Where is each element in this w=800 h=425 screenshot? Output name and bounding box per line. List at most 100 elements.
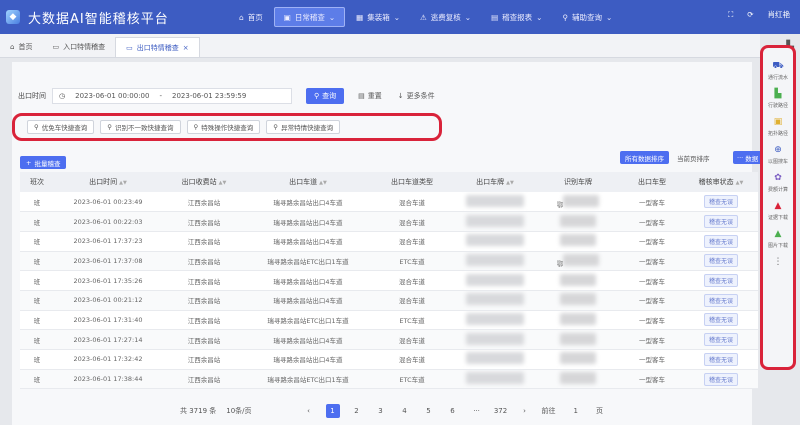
date-range-picker[interactable]: ◷ 2023-06-01 00:00:00 - 2023-06-01 23:59… [52,88,292,104]
quick-query-abnormal[interactable]: ⚲ 异常特情快捷查询 [266,120,341,134]
table-row[interactable]: 班 2023-06-01 17:31:40 江西余昌站 瑞寻路余昌站ETC出口1车道 E… [20,310,758,331]
sort-icon[interactable]: ▲▼ [119,180,127,186]
map-icon: ▙ [774,89,782,99]
tab-entry-inspection[interactable]: ▭ 入口特情稽查 [42,37,115,57]
exit-time-label: 出口时间 [18,92,46,100]
table-row[interactable]: 班 2023-06-01 17:38:44 江西余昌站 瑞寻路余昌站ETC出口1车道 E… [20,369,758,390]
main-nav: ⌂ 首页 ▣ 日常稽查 ⌄ ▦ 集装箱 ⌄ ⚠ 逃费复核 ⌄ ▤ 稽查报表 ⌄ ⚲ 辅助查询 ⌄ [230,7,621,27]
table-row[interactable]: 班 2023-06-01 17:27:14 江西余昌站 瑞寻路余昌站出口4车道 混合车道… [20,329,758,350]
page-last[interactable]: 372 [494,404,508,418]
status-badge[interactable]: 稽查无误 [703,254,738,268]
nav-item-aux-query[interactable]: ⚲ 辅助查询 ⌄ [553,7,621,27]
side-item-image-download[interactable]: ▲ 图片下载 [768,228,788,249]
cell-recognized-plate [536,369,620,390]
cell-exit-time: 2023-06-01 17:31:40 [54,310,162,331]
table-row[interactable]: 班 2023-06-01 00:22:03 江西余昌站 瑞寻路余昌站出口4车道 混合车道… [20,211,758,232]
col-vehicle-type[interactable]: 出口车型 [620,172,684,192]
user-name[interactable]: 肖红艳 [768,9,791,20]
more-icon: ⋮ [773,257,783,267]
reset-button[interactable]: ▤ 重置 [352,88,388,104]
page-size-select[interactable]: 10条/页 [226,406,251,416]
status-badge[interactable]: 稽查无误 [703,234,738,248]
col-shift[interactable]: 班次 [20,172,54,192]
page-1[interactable]: 1 [325,404,340,418]
more-conditions-button[interactable]: ↓ 更多条件 [392,88,441,104]
query-button[interactable]: ⚲ 查询 [306,88,345,104]
status-badge[interactable]: 稽查无误 [703,333,738,347]
side-item-evidence-download[interactable]: ▲ 证据下载 [768,200,788,221]
status-badge[interactable]: 稽查无误 [703,372,738,386]
top-bar: ◆ 大数据AI智能稽核平台 ⌂ 首页 ▣ 日常稽查 ⌄ ▦ 集装箱 ⌄ ⚠ 逃费复核 ⌄ ▤ 稽… [0,0,800,34]
side-item-more[interactable]: ⋮ [772,256,784,268]
status-badge[interactable]: 稽查无误 [703,215,738,229]
cell-exit-time: 2023-06-01 00:22:03 [54,211,162,232]
table-row[interactable]: 班 2023-06-01 17:37:08 江西余昌站 瑞寻路余昌站ETC出口1车道 E… [20,251,758,272]
sort-icon[interactable]: ▲▼ [319,180,327,186]
refresh-icon[interactable]: ⟳ [747,10,753,19]
table-row[interactable]: 班 2023-06-01 00:21:12 江西余昌站 瑞寻路余昌站出口4车道 混合车道… [20,290,758,311]
cell-exit-plate [454,211,536,232]
page-3[interactable]: 3 [374,404,388,418]
quick-query-toll-free[interactable]: ⚲ 优免车快捷查询 [27,120,95,134]
warning-icon: ⚠ [420,12,427,22]
table-row[interactable]: 班 2023-06-01 17:37:23 江西余昌站 瑞寻路余昌站出口4车道 混合车道… [20,231,758,252]
page-5[interactable]: 5 [422,404,436,418]
side-item-route[interactable]: ▙ 行驶路径 [768,88,788,109]
quick-query-special-op[interactable]: ⚲ 特殊操作快捷查询 [186,120,261,134]
nav-item-evasion-review[interactable]: ⚠ 逃费复核 ⌄ [411,7,480,27]
page-4[interactable]: 4 [398,404,412,418]
nav-item-reports[interactable]: ▤ 稽查报表 ⌄ [482,7,551,27]
goto-input[interactable]: 1 [566,407,586,415]
fullscreen-icon[interactable]: ⛶ [728,10,733,20]
tab-exit-inspection[interactable]: ▭ 出口特情稽查 × [115,37,200,57]
status-badge[interactable]: 稽查无误 [703,274,738,288]
col-exit-plate[interactable]: 出口车牌 ▲▼ [454,172,536,192]
status-badge[interactable]: 稽查无误 [703,293,738,307]
sort-icon[interactable]: ▲▼ [736,180,744,186]
doc-icon: ▭ [126,43,133,52]
cell-status: 稽查无误 [684,270,758,291]
page-ellipsis[interactable]: ··· [470,404,484,418]
redacted-plate [560,293,596,306]
cell-lane-type: 混合车道 [370,192,454,213]
side-item-image-search[interactable]: ⊕ 以图搜车 [768,144,788,165]
status-badge[interactable]: 稽查无误 [703,352,738,366]
close-icon[interactable]: × [183,44,189,52]
col-exit-lane[interactable]: 出口车道 ▲▼ [246,172,370,192]
page-suffix: 页 [596,407,603,415]
cell-vehicle-type: 一型客车 [620,270,684,291]
cell-exit-time: 2023-06-01 00:23:49 [54,192,162,213]
prev-page-button[interactable]: ‹ [302,404,316,418]
next-page-button[interactable]: › [518,404,532,418]
sort-icon[interactable]: ▲▼ [219,180,227,186]
batch-inspect-button[interactable]: + 批量稽查 [20,156,67,169]
table-row[interactable]: 班 2023-06-01 17:35:26 江西余昌站 瑞寻路余昌站出口4车道 混合车道… [20,270,758,291]
status-badge[interactable]: 稽查无误 [703,313,738,327]
quick-query-mismatch[interactable]: ⚲ 识别不一致快捷查询 [100,120,181,134]
col-recognized-plate[interactable]: 识别车牌 [536,172,620,192]
col-exit-time[interactable]: 出口时间 ▲▼ [54,172,162,192]
sort-all-button[interactable]: 所有数据排序 [620,151,669,164]
side-item-passage-records[interactable]: ⛟ 通行流水 [768,60,788,82]
col-exit-station[interactable]: 出口收费站 ▲▼ [162,172,246,192]
page-6[interactable]: 6 [446,404,460,418]
status-badge[interactable]: 稽查无误 [703,195,738,209]
page-2[interactable]: 2 [350,404,364,418]
side-item-topology[interactable]: ▣ 拓扑路径 [768,116,788,137]
cell-lane: 瑞寻路余昌站出口4车道 [246,231,370,252]
table-row[interactable]: 班 2023-06-01 00:23:49 江西余昌站 瑞寻路余昌站出口4车道 混合车道… [20,192,758,213]
sort-page-button[interactable]: 当前页排序 [677,151,710,164]
export-button[interactable]: ··· 数据 [733,151,763,164]
col-audit-status[interactable]: 稽核审状态 ▲▼ [684,172,758,192]
tab-home[interactable]: ⌂ 首页 [0,37,42,57]
cell-vehicle-type: 一型客车 [620,211,684,232]
col-lane-type[interactable]: 出口车道类型 [370,172,454,192]
cell-recognized-plate [536,290,620,311]
nav-item-container[interactable]: ▦ 集装箱 ⌄ [347,7,409,27]
table-row[interactable]: 班 2023-06-01 17:32:42 江西余昌站 瑞寻路余昌站出口4车道 混合车道… [20,349,758,370]
nav-item-daily-inspection[interactable]: ▣ 日常稽查 ⌄ [273,7,346,27]
sort-icon[interactable]: ▲▼ [506,180,514,186]
nav-item-home[interactable]: ⌂ 首页 [230,7,272,27]
side-item-fee-calc[interactable]: ✿ 费额计算 [768,172,788,193]
download-icon: ▲ [774,201,782,211]
